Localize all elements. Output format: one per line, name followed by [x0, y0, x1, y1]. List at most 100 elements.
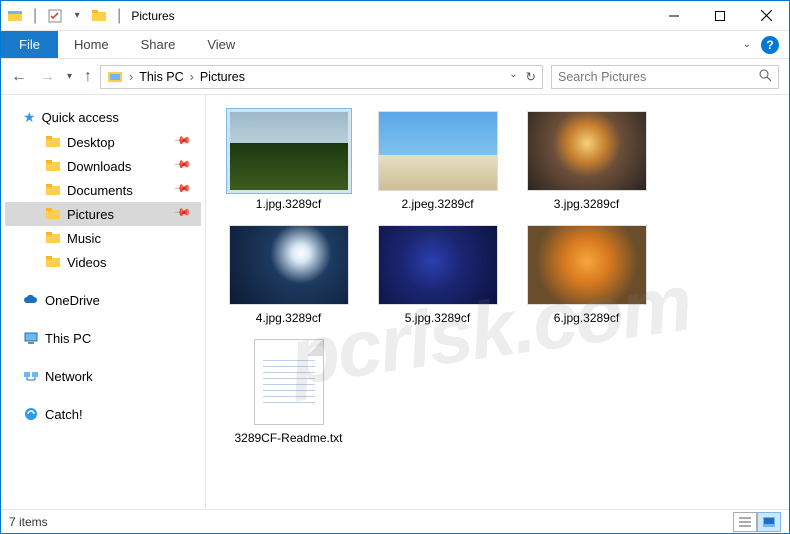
- refresh-icon[interactable]: ↻: [526, 69, 536, 84]
- file-name: 3289CF-Readme.txt: [234, 431, 342, 445]
- ribbon: File Home Share View ⌄ ?: [1, 31, 789, 59]
- search-input[interactable]: Search Pictures: [551, 65, 779, 89]
- qat: | ▾ | Pictures: [1, 7, 175, 25]
- image-thumbnail: [378, 225, 498, 305]
- file-name: 1.jpg.3289cf: [256, 197, 321, 211]
- file-item-image[interactable]: 1.jpg.3289cf: [226, 109, 351, 211]
- file-name: 6.jpg.3289cf: [554, 311, 619, 325]
- details-view-button[interactable]: [733, 512, 757, 532]
- item-count: 7 items: [9, 515, 48, 529]
- sidebar-item-quick-access[interactable]: ★ Quick access: [5, 105, 201, 130]
- separator: |: [33, 7, 37, 25]
- sidebar-item-label: Documents: [67, 183, 133, 198]
- file-name: 2.jpeg.3289cf: [401, 197, 473, 211]
- sidebar-item-music[interactable]: Music: [5, 226, 201, 250]
- image-thumbnail: [378, 111, 498, 191]
- icons-view-button[interactable]: [757, 512, 781, 532]
- file-item-image[interactable]: 3.jpg.3289cf: [524, 109, 649, 211]
- folder-icon: [45, 206, 61, 222]
- folder-icon: [45, 158, 61, 174]
- pin-icon: 📌: [174, 178, 197, 201]
- sidebar-item-catch[interactable]: Catch!: [5, 402, 201, 426]
- folder-icon: [45, 230, 61, 246]
- folder-icon: [45, 134, 61, 150]
- sidebar-item-label: Music: [67, 231, 101, 246]
- forward-button[interactable]: →: [39, 68, 55, 86]
- address-history-icon[interactable]: ⌄: [509, 69, 517, 84]
- sidebar-item-label: This PC: [45, 331, 91, 346]
- folder-icon: [45, 182, 61, 198]
- sidebar-item-this-pc[interactable]: This PC: [5, 326, 201, 350]
- pictures-small-icon: [107, 69, 123, 85]
- nav-arrows: ← → ▾ ↑: [11, 68, 92, 86]
- file-item-image[interactable]: 6.jpg.3289cf: [524, 223, 649, 325]
- minimize-button[interactable]: [651, 1, 697, 31]
- tab-share[interactable]: Share: [125, 31, 192, 58]
- image-thumbnail: [527, 111, 647, 191]
- window-controls: [651, 1, 789, 31]
- search-icon[interactable]: [758, 68, 772, 85]
- file-item-image[interactable]: 5.jpg.3289cf: [375, 223, 500, 325]
- folder-icon: [45, 254, 61, 270]
- sidebar-item-label: Downloads: [67, 159, 131, 174]
- pc-icon: [23, 330, 39, 346]
- image-thumbnail: [527, 225, 647, 305]
- sidebar-item-videos[interactable]: Videos: [5, 250, 201, 274]
- nav-row: ← → ▾ ↑ › This PC › Pictures ⌄ ↻ Search …: [1, 59, 789, 95]
- maximize-button[interactable]: [697, 1, 743, 31]
- breadcrumb[interactable]: Pictures: [200, 70, 245, 84]
- file-name: 5.jpg.3289cf: [405, 311, 470, 325]
- sidebar-item-pictures[interactable]: Pictures 📌: [5, 202, 201, 226]
- file-list[interactable]: 1.jpg.3289cf 2.jpeg.3289cf 3.jpg.3289cf 4.j…: [206, 95, 789, 508]
- sidebar-item-label: Quick access: [42, 110, 119, 125]
- address-bar[interactable]: › This PC › Pictures ⌄ ↻: [100, 65, 543, 89]
- file-name: 3.jpg.3289cf: [554, 197, 619, 211]
- chevron-right-icon[interactable]: ›: [129, 70, 133, 84]
- pin-icon: 📌: [174, 130, 197, 153]
- up-button[interactable]: ↑: [84, 68, 92, 86]
- catch-icon: [23, 406, 39, 422]
- explorer-icon: [7, 8, 23, 24]
- properties-icon[interactable]: [47, 8, 63, 24]
- file-tab[interactable]: File: [1, 31, 58, 58]
- body: ★ Quick access Desktop📌Downloads📌Documen…: [1, 95, 789, 508]
- chevron-right-icon[interactable]: ›: [190, 70, 194, 84]
- file-name: 4.jpg.3289cf: [256, 311, 321, 325]
- history-dropdown-icon[interactable]: ▾: [67, 71, 72, 82]
- sidebar-item-network[interactable]: Network: [5, 364, 201, 388]
- network-icon: [23, 368, 39, 384]
- title-bar: | ▾ | Pictures: [1, 1, 789, 31]
- text-file-icon: [254, 339, 324, 425]
- image-thumbnail: [229, 225, 349, 305]
- pin-icon: 📌: [174, 154, 197, 177]
- status-bar: 7 items: [1, 509, 789, 533]
- help-icon[interactable]: ?: [761, 36, 779, 54]
- sidebar-item-label: Desktop: [67, 135, 115, 150]
- expand-ribbon-icon[interactable]: ⌄: [743, 39, 751, 50]
- qat-menu-icon[interactable]: ▾: [69, 8, 85, 24]
- file-item-image[interactable]: 4.jpg.3289cf: [226, 223, 351, 325]
- cloud-icon: [23, 292, 39, 308]
- back-button[interactable]: ←: [11, 68, 27, 86]
- window: | ▾ | Pictures File Home Share: [0, 0, 790, 534]
- breadcrumb[interactable]: This PC: [139, 70, 183, 84]
- file-item-text[interactable]: 3289CF-Readme.txt: [226, 337, 351, 445]
- tab-home[interactable]: Home: [58, 31, 125, 58]
- sidebar-item-label: Pictures: [67, 207, 114, 222]
- tab-view[interactable]: View: [191, 31, 251, 58]
- sidebar-item-desktop[interactable]: Desktop 📌: [5, 130, 201, 154]
- sidebar-item-label: Network: [45, 369, 93, 384]
- sidebar-item-onedrive[interactable]: OneDrive: [5, 288, 201, 312]
- view-toggle: [733, 512, 781, 532]
- search-placeholder: Search Pictures: [558, 70, 646, 84]
- sidebar-item-label: Catch!: [45, 407, 83, 422]
- separator: |: [117, 7, 121, 25]
- sidebar-item-downloads[interactable]: Downloads 📌: [5, 154, 201, 178]
- window-title: Pictures: [131, 9, 174, 23]
- star-icon: ★: [23, 109, 36, 126]
- close-button[interactable]: [743, 1, 789, 31]
- file-item-image[interactable]: 2.jpeg.3289cf: [375, 109, 500, 211]
- pin-icon: 📌: [174, 202, 197, 225]
- sidebar-item-documents[interactable]: Documents 📌: [5, 178, 201, 202]
- navigation-pane[interactable]: ★ Quick access Desktop📌Downloads📌Documen…: [1, 95, 206, 508]
